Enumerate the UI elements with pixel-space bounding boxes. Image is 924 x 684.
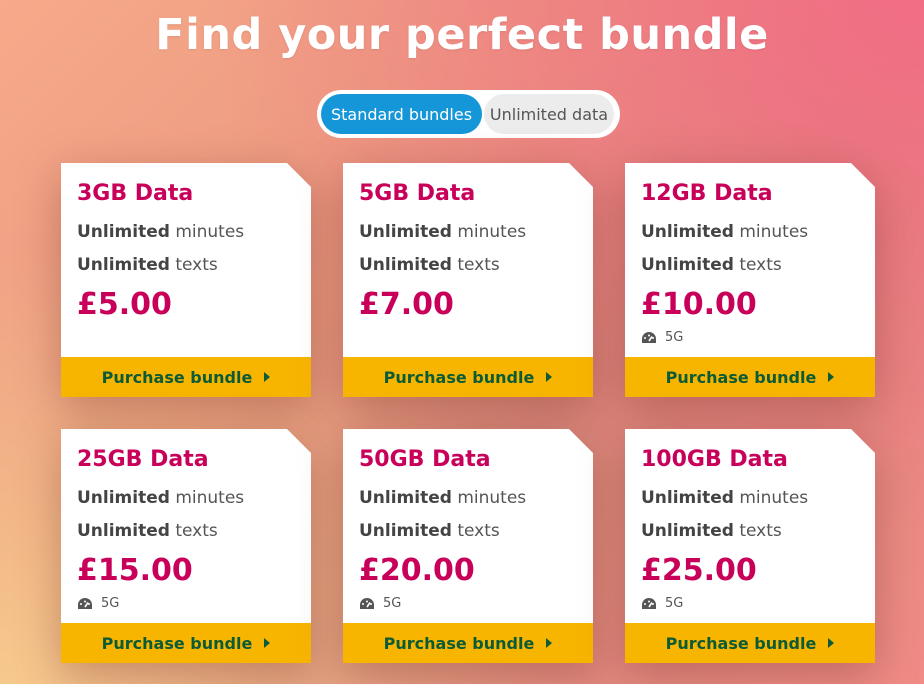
texts-unlimited: Unlimited [359, 255, 452, 275]
bundle-name: 3GB Data [77, 181, 194, 206]
standard-bundles-tab[interactable]: Standard bundles [321, 94, 482, 134]
bundle-price: £15.00 [77, 553, 193, 588]
chevron-right-icon [546, 372, 553, 382]
minutes-line: Unlimited minutes [77, 488, 244, 508]
chevron-right-icon [264, 372, 271, 382]
texts-line: Unlimited texts [77, 255, 218, 275]
network-badge-label: 5G [383, 596, 402, 611]
bundle-name: 50GB Data [359, 447, 491, 472]
minutes-line: Unlimited minutes [359, 488, 526, 508]
network-badge: 5G [359, 596, 401, 611]
bundle-card: 25GB Data Unlimited minutes Unlimited te… [61, 429, 311, 663]
speedometer-icon [78, 597, 92, 609]
network-badge-label: 5G [665, 596, 684, 611]
texts-label: texts [175, 521, 218, 541]
bundle-card: 100GB Data Unlimited minutes Unlimited t… [625, 429, 875, 663]
minutes-label: minutes [175, 222, 245, 242]
unlimited-data-tab[interactable]: Unlimited data [484, 94, 614, 134]
texts-line: Unlimited texts [641, 255, 782, 275]
purchase-bundle-button[interactable]: Purchase bundle [61, 357, 311, 397]
purchase-bundle-button[interactable]: Purchase bundle [625, 357, 875, 397]
texts-unlimited: Unlimited [641, 255, 734, 275]
page-title: Find your perfect bundle [155, 10, 769, 60]
bundle-price: £25.00 [641, 553, 757, 588]
texts-label: texts [457, 255, 500, 275]
minutes-unlimited: Unlimited [641, 222, 734, 242]
purchase-label: Purchase bundle [101, 367, 253, 387]
bundle-type-toggle: Standard bundles Unlimited data [317, 90, 620, 138]
bundle-price: £7.00 [359, 287, 454, 322]
purchase-label: Purchase bundle [383, 633, 535, 653]
purchase-label: Purchase bundle [665, 367, 817, 387]
bundle-card: 12GB Data Unlimited minutes Unlimited te… [625, 163, 875, 397]
chevron-right-icon [828, 372, 835, 382]
texts-label: texts [457, 521, 500, 541]
purchase-bundle-button[interactable]: Purchase bundle [343, 357, 593, 397]
minutes-unlimited: Unlimited [77, 222, 170, 242]
minutes-label: minutes [739, 222, 809, 242]
minutes-line: Unlimited minutes [641, 488, 808, 508]
texts-line: Unlimited texts [359, 521, 500, 541]
network-badge-label: 5G [665, 330, 684, 345]
purchase-bundle-button[interactable]: Purchase bundle [625, 623, 875, 663]
texts-line: Unlimited texts [641, 521, 782, 541]
minutes-label: minutes [457, 222, 527, 242]
texts-unlimited: Unlimited [641, 521, 734, 541]
bundle-card: 3GB Data Unlimited minutes Unlimited tex… [61, 163, 311, 397]
bundle-name: 12GB Data [641, 181, 773, 206]
purchase-label: Purchase bundle [383, 367, 535, 387]
speedometer-icon [642, 597, 656, 609]
texts-line: Unlimited texts [359, 255, 500, 275]
chevron-right-icon [546, 638, 553, 648]
minutes-unlimited: Unlimited [641, 488, 734, 508]
texts-line: Unlimited texts [77, 521, 218, 541]
minutes-unlimited: Unlimited [77, 488, 170, 508]
purchase-label: Purchase bundle [665, 633, 817, 653]
minutes-line: Unlimited minutes [77, 222, 244, 242]
minutes-unlimited: Unlimited [359, 488, 452, 508]
texts-unlimited: Unlimited [359, 521, 452, 541]
bundle-card: 50GB Data Unlimited minutes Unlimited te… [343, 429, 593, 663]
bundle-name: 5GB Data [359, 181, 476, 206]
minutes-line: Unlimited minutes [641, 222, 808, 242]
purchase-bundle-button[interactable]: Purchase bundle [61, 623, 311, 663]
bundle-name: 100GB Data [641, 447, 788, 472]
bundle-name: 25GB Data [77, 447, 209, 472]
minutes-line: Unlimited minutes [359, 222, 526, 242]
chevron-right-icon [828, 638, 835, 648]
bundle-price: £5.00 [77, 287, 172, 322]
speedometer-icon [360, 597, 374, 609]
texts-unlimited: Unlimited [77, 255, 170, 275]
minutes-label: minutes [457, 488, 527, 508]
chevron-right-icon [264, 638, 271, 648]
network-badge: 5G [641, 330, 683, 345]
texts-label: texts [739, 255, 782, 275]
network-badge: 5G [641, 596, 683, 611]
minutes-label: minutes [175, 488, 245, 508]
network-badge-label: 5G [101, 596, 120, 611]
texts-unlimited: Unlimited [77, 521, 170, 541]
speedometer-icon [642, 331, 656, 343]
bundle-price: £10.00 [641, 287, 757, 322]
minutes-label: minutes [739, 488, 809, 508]
network-badge: 5G [77, 596, 119, 611]
purchase-bundle-button[interactable]: Purchase bundle [343, 623, 593, 663]
texts-label: texts [175, 255, 218, 275]
texts-label: texts [739, 521, 782, 541]
bundle-price: £20.00 [359, 553, 475, 588]
purchase-label: Purchase bundle [101, 633, 253, 653]
bundle-card: 5GB Data Unlimited minutes Unlimited tex… [343, 163, 593, 397]
minutes-unlimited: Unlimited [359, 222, 452, 242]
